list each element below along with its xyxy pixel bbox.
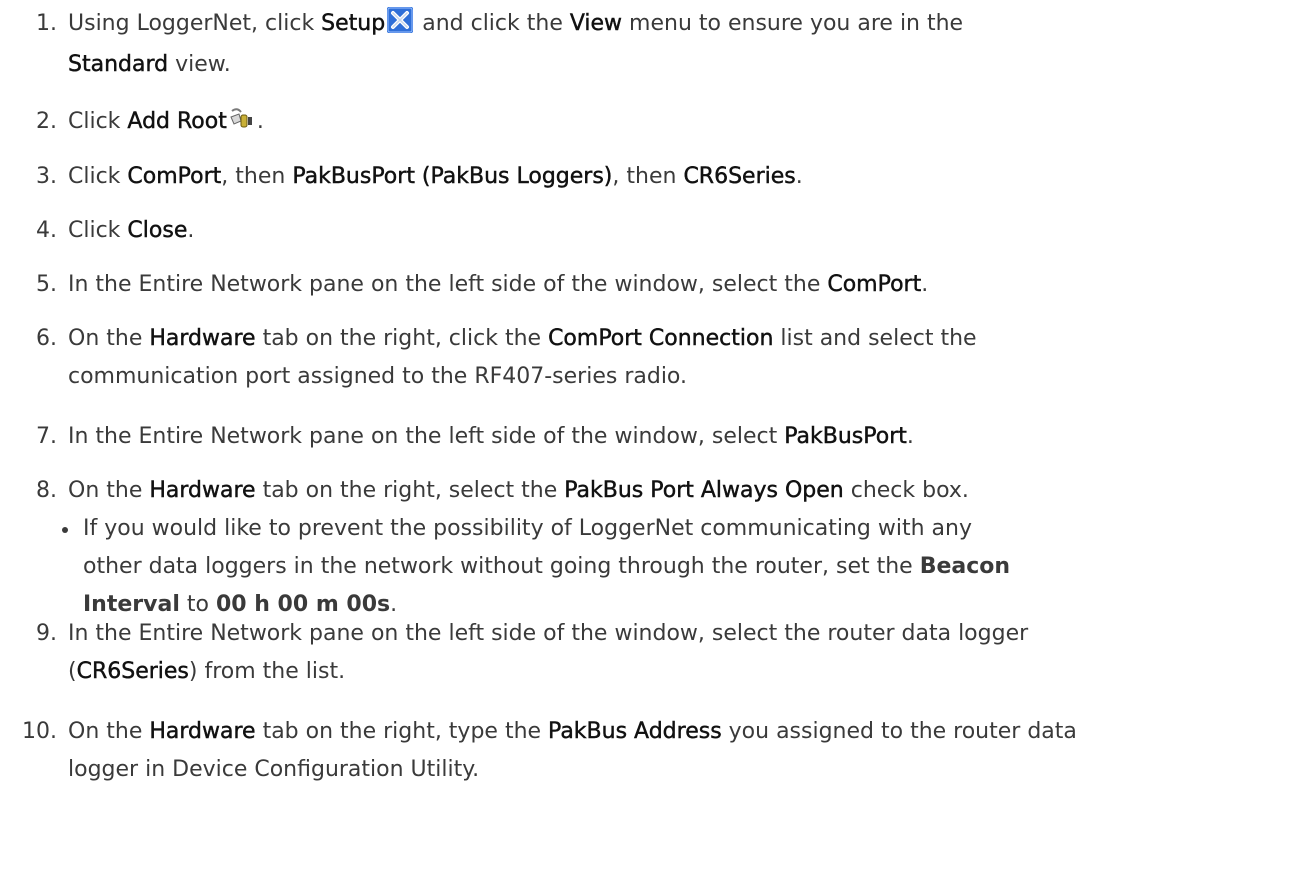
add-root-icon xyxy=(229,106,255,144)
step-number: 6. xyxy=(36,326,57,351)
ui-term: CR6Series xyxy=(683,164,796,189)
step-number: 8. xyxy=(36,478,57,503)
ui-term: Add Root xyxy=(127,109,227,134)
step-text: ) from the list. xyxy=(188,659,346,684)
step-text: tab on the right, type the xyxy=(255,719,549,744)
ui-term: Standard xyxy=(68,52,169,77)
ui-term: View xyxy=(569,11,623,36)
step-text: ( xyxy=(68,659,77,684)
step-main-text: Click Close. xyxy=(68,212,1298,250)
step-text: On the xyxy=(68,326,150,351)
step-text: other data loggers in the network withou… xyxy=(83,554,920,579)
step-body: In the Entire Network pane on the left s… xyxy=(68,266,1298,304)
step-body: On the Hardware tab on the right, select… xyxy=(68,472,1298,510)
ui-term: Hardware xyxy=(149,719,256,744)
step-text: . xyxy=(906,424,914,449)
step-text: check box. xyxy=(843,478,969,503)
step-text: In the Entire Network pane on the left s… xyxy=(68,272,828,297)
step-body: Using LoggerNet, click Setup and click t… xyxy=(68,5,1298,84)
step-number: 5. xyxy=(36,272,57,297)
ui-term: PakBus Port Always Open xyxy=(564,478,844,503)
step-body: In the Entire Network pane on the left s… xyxy=(68,418,1298,456)
step-text: . xyxy=(795,164,803,189)
step-body: Click Close. xyxy=(68,212,1298,250)
step-number: 4. xyxy=(36,218,57,243)
step-main-text: On the Hardware tab on the right, click … xyxy=(68,320,1298,396)
step-text: On the xyxy=(68,719,150,744)
step-text: view. xyxy=(168,52,231,77)
step-main-text: In the Entire Network pane on the left s… xyxy=(68,615,1298,691)
step-text: menu to ensure you are in the xyxy=(622,11,964,36)
ui-term: Interval xyxy=(83,592,180,617)
step-main-text: Click ComPort, then PakBusPort (PakBus L… xyxy=(68,158,1298,196)
ui-term: Hardware xyxy=(149,478,256,503)
ui-term: CR6Series xyxy=(76,659,189,684)
step-number: 9. xyxy=(36,621,57,646)
step-main-text: On the Hardware tab on the right, type t… xyxy=(68,713,1298,789)
ui-term: ComPort Connection xyxy=(548,326,774,351)
ui-term: 00 h 00 m 00s xyxy=(215,592,391,617)
step-number: 1. xyxy=(36,11,57,36)
ui-term: Beacon xyxy=(919,554,1011,579)
instruction-document: 1. Using LoggerNet, click Setup and click… xyxy=(0,0,1307,875)
step-text: communication port assigned to the RF407… xyxy=(68,364,687,389)
setup-icon xyxy=(387,7,414,46)
step-text: you assigned to the router data xyxy=(721,719,1077,744)
step-text: If you would like to prevent the possibi… xyxy=(83,516,972,541)
ui-term: PakBus Address xyxy=(548,719,722,744)
step-text: list and select the xyxy=(773,326,977,351)
sub-bullet: If you would like to prevent the possibi… xyxy=(0,510,1300,624)
step-text: Click xyxy=(68,218,128,243)
step-text: . xyxy=(390,592,398,617)
step-body: On the Hardware tab on the right, type t… xyxy=(68,713,1298,789)
step-main-text: Click Add Root. xyxy=(68,103,1298,144)
step-number: 3. xyxy=(36,164,57,189)
ui-term: PakBusPort (PakBus Loggers) xyxy=(292,164,613,189)
ui-term: Hardware xyxy=(149,326,256,351)
step-number: 7. xyxy=(36,424,57,449)
ui-term: Close xyxy=(127,218,188,243)
ui-term: ComPort xyxy=(827,272,922,297)
ui-term: Setup xyxy=(321,11,386,36)
step-text: . xyxy=(187,218,195,243)
step-main-text: In the Entire Network pane on the left s… xyxy=(68,418,1298,456)
step-text: . xyxy=(256,109,264,134)
step-body: On the Hardware tab on the right, click … xyxy=(68,320,1298,396)
step-text: tab on the right, click the xyxy=(255,326,549,351)
step-text: Click xyxy=(68,109,128,134)
step-text: , then xyxy=(612,164,684,189)
bullet-dot-icon xyxy=(62,527,68,533)
step-body: Click Add Root. xyxy=(68,103,1298,144)
sub-bullet-text: If you would like to prevent the possibi… xyxy=(0,510,1300,624)
step-text: to xyxy=(179,592,216,617)
step-body: Click ComPort, then PakBusPort (PakBus L… xyxy=(68,158,1298,196)
step-body: In the Entire Network pane on the left s… xyxy=(68,615,1298,691)
step-text: tab on the right, select the xyxy=(255,478,565,503)
step-main-text: Using LoggerNet, click Setup and click t… xyxy=(68,5,1298,84)
step-text: , then xyxy=(221,164,293,189)
step-number: 2. xyxy=(36,109,57,134)
ui-term: ComPort xyxy=(127,164,222,189)
step-text: . xyxy=(921,272,929,297)
step-text: On the xyxy=(68,478,150,503)
step-text: logger in Device Configuration Utility. xyxy=(68,757,480,782)
step-main-text: On the Hardware tab on the right, select… xyxy=(68,472,1298,510)
step-text: In the Entire Network pane on the left s… xyxy=(68,621,1029,646)
ui-term: PakBusPort xyxy=(784,424,907,449)
step-text: Using LoggerNet, click xyxy=(68,11,322,36)
step-text: Click xyxy=(68,164,128,189)
step-main-text: In the Entire Network pane on the left s… xyxy=(68,266,1298,304)
step-text: In the Entire Network pane on the left s… xyxy=(68,424,785,449)
step-text: and click the xyxy=(415,11,570,36)
step-number: 10. xyxy=(22,719,57,744)
